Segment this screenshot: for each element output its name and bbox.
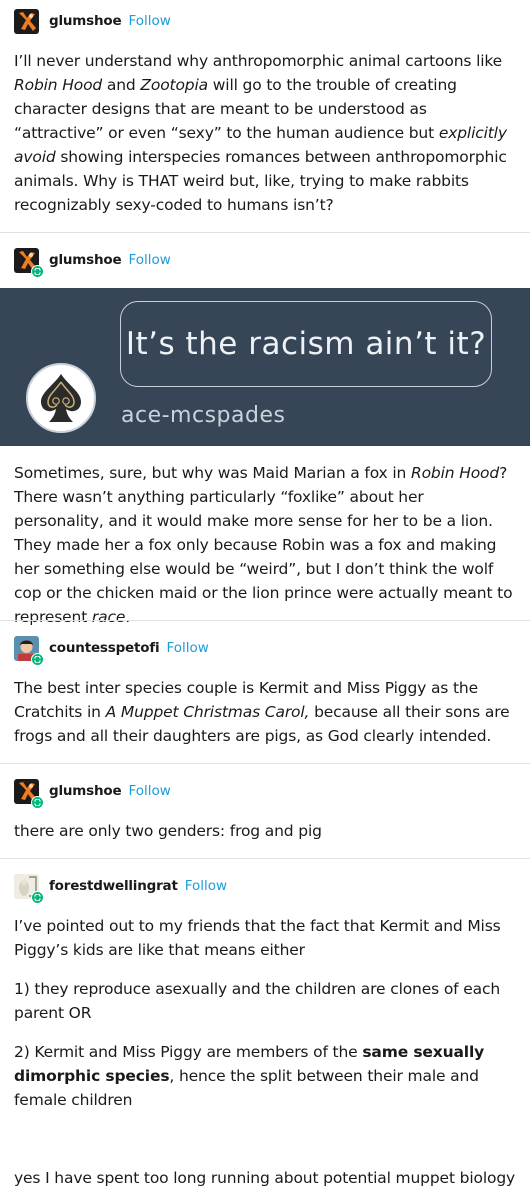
italic-text: race	[91, 608, 126, 626]
avatar[interactable]	[14, 873, 44, 904]
username[interactable]: countesspetofi	[49, 640, 160, 656]
italic-text: A Muppet Christmas Carol,	[105, 703, 310, 721]
paragraph: there are only two genders: frog and pig	[14, 822, 322, 840]
post-text: Sometimes, sure, but why was Maid Marian…	[0, 461, 530, 629]
quote-author: ace-mcspades	[121, 403, 286, 428]
avatar[interactable]	[14, 8, 39, 34]
post-header: countesspetofi Follow	[0, 635, 223, 666]
post-header: glumshoe Follow	[0, 247, 185, 278]
follow-button[interactable]: Follow	[128, 13, 170, 29]
reblog-icon	[31, 890, 44, 904]
paragraph: The best inter species couple is Kermit …	[14, 679, 510, 745]
paragraph: 1) they reproduce asexually and the chil…	[14, 980, 501, 1022]
divider	[0, 620, 530, 621]
divider	[0, 858, 530, 859]
avatar[interactable]	[14, 247, 44, 278]
post-text: The best inter species couple is Kermit …	[0, 676, 530, 748]
bold-text: same sexually dimorphic species	[14, 1043, 485, 1085]
reblog-icon	[31, 795, 44, 809]
follow-button[interactable]: Follow	[166, 640, 208, 656]
paragraph: I’ve pointed out to my friends that the …	[14, 917, 501, 959]
username[interactable]: glumshoe	[49, 783, 122, 799]
follow-button[interactable]: Follow	[128, 783, 170, 799]
post-header: glumshoe Follow	[0, 778, 185, 809]
paragraph: I’ll never understand why anthropomorphi…	[14, 52, 507, 214]
italic-text: explicitly avoid	[14, 124, 507, 166]
username[interactable]: glumshoe	[49, 252, 122, 268]
post-text: there are only two genders: frog and pig	[0, 819, 530, 843]
avatar[interactable]	[14, 778, 44, 809]
follow-button[interactable]: Follow	[128, 252, 170, 268]
reblog-icon	[31, 652, 44, 666]
paragraph: Sometimes, sure, but why was Maid Marian…	[14, 464, 513, 626]
italic-text: Robin Hood	[410, 464, 500, 482]
divider	[0, 232, 530, 233]
paragraph: yes I have spent too long running about …	[14, 1169, 516, 1187]
post-header: glumshoe Follow	[0, 8, 185, 34]
divider	[0, 763, 530, 764]
italic-text: Zootopia	[140, 76, 208, 94]
username[interactable]: forestdwellingrat	[49, 878, 178, 894]
paragraph: 2) Kermit and Miss Piggy are members of …	[14, 1043, 485, 1109]
reblog-icon	[31, 264, 44, 278]
post-header: forestdwellingrat Follow	[0, 873, 241, 904]
username[interactable]: glumshoe	[49, 13, 122, 29]
spade-avatar-icon	[26, 363, 96, 433]
follow-button[interactable]: Follow	[185, 878, 227, 894]
quote-bubble: It’s the racism ain’t it?	[120, 301, 492, 387]
quote-image: It’s the racism ain’t it? ace-mcspades	[0, 288, 530, 446]
avatar[interactable]	[14, 635, 44, 666]
post-text: I’ll never understand why anthropomorphi…	[0, 49, 530, 217]
post-text: I’ve pointed out to my friends that the …	[0, 914, 530, 1190]
italic-text: Robin Hood	[14, 76, 103, 94]
